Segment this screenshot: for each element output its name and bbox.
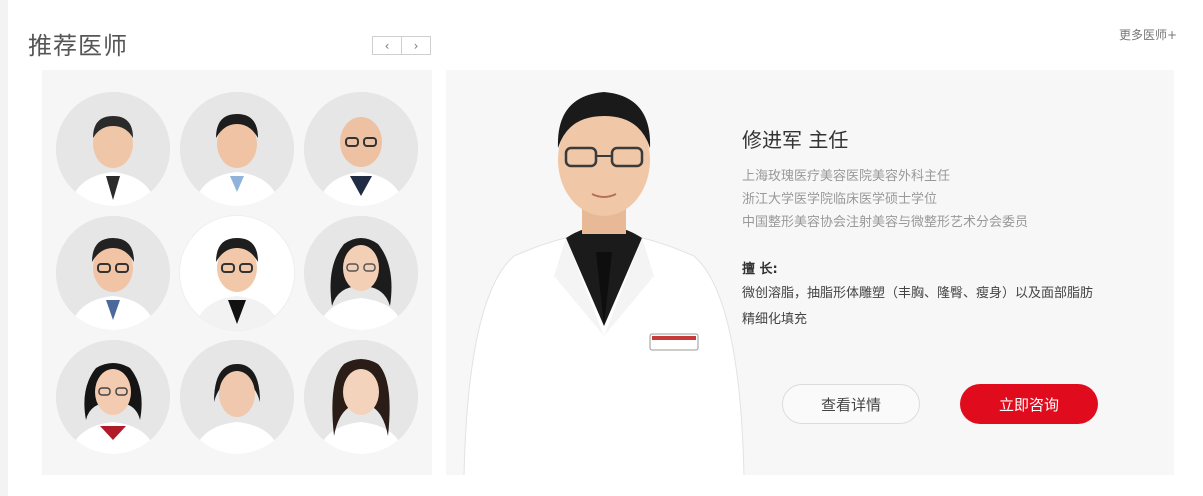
consult-now-button[interactable]: 立即咨询 <box>960 384 1098 424</box>
credential-line-1: 上海玫瑰医疗美容医院美容外科主任 <box>742 169 951 184</box>
doctor-info: 修进军 主任 上海玫瑰医疗美容医院美容外科主任 浙江大学医学院临床医学硕士学位 … <box>742 124 1162 333</box>
doctor-avatar-5-selected[interactable] <box>180 216 294 330</box>
left-divider <box>0 0 8 496</box>
doctor-avatar-7[interactable] <box>56 340 170 454</box>
doctor-avatar-3[interactable] <box>304 92 418 206</box>
doctor-name-title: 修进军 主任 <box>742 128 849 152</box>
credential-line-3: 中国整形美容协会注射美容与微整形艺术分会委员 <box>742 215 1029 230</box>
recommended-doctors-section: 推荐医师 ‹ › 更多医师+ 修进军 主任 上海玫瑰医疗美容医院美容外科主任 浙… <box>0 0 1203 496</box>
doctor-avatar-6[interactable] <box>304 216 418 330</box>
doctor-avatar-2[interactable] <box>180 92 294 206</box>
view-details-button[interactable]: 查看详情 <box>782 384 920 424</box>
prev-button[interactable]: ‹ <box>372 36 402 55</box>
chevron-left-icon: ‹ <box>384 38 390 53</box>
carousel-pager: ‹ › <box>372 36 431 55</box>
featured-doctor-photo <box>463 92 745 475</box>
doctor-avatar-9[interactable] <box>304 340 418 454</box>
section-title: 推荐医师 <box>28 32 128 60</box>
specialty-text: 微创溶脂，抽脂形体雕塑（丰胸、隆臀、瘦身）以及面部脂肪精细化填充 <box>742 286 1094 327</box>
specialty-label: 擅 长: <box>742 262 778 277</box>
credential-line-2: 浙江大学医学院临床医学硕士学位 <box>742 192 938 207</box>
next-button[interactable]: › <box>402 36 431 55</box>
more-doctors-link[interactable]: 更多医师+ <box>1119 26 1177 43</box>
doctor-avatar-1[interactable] <box>56 92 170 206</box>
doctor-grid <box>42 70 432 475</box>
chevron-right-icon: › <box>413 38 419 53</box>
doctor-avatar-8[interactable] <box>180 340 294 454</box>
doctor-avatar-4[interactable] <box>56 216 170 330</box>
